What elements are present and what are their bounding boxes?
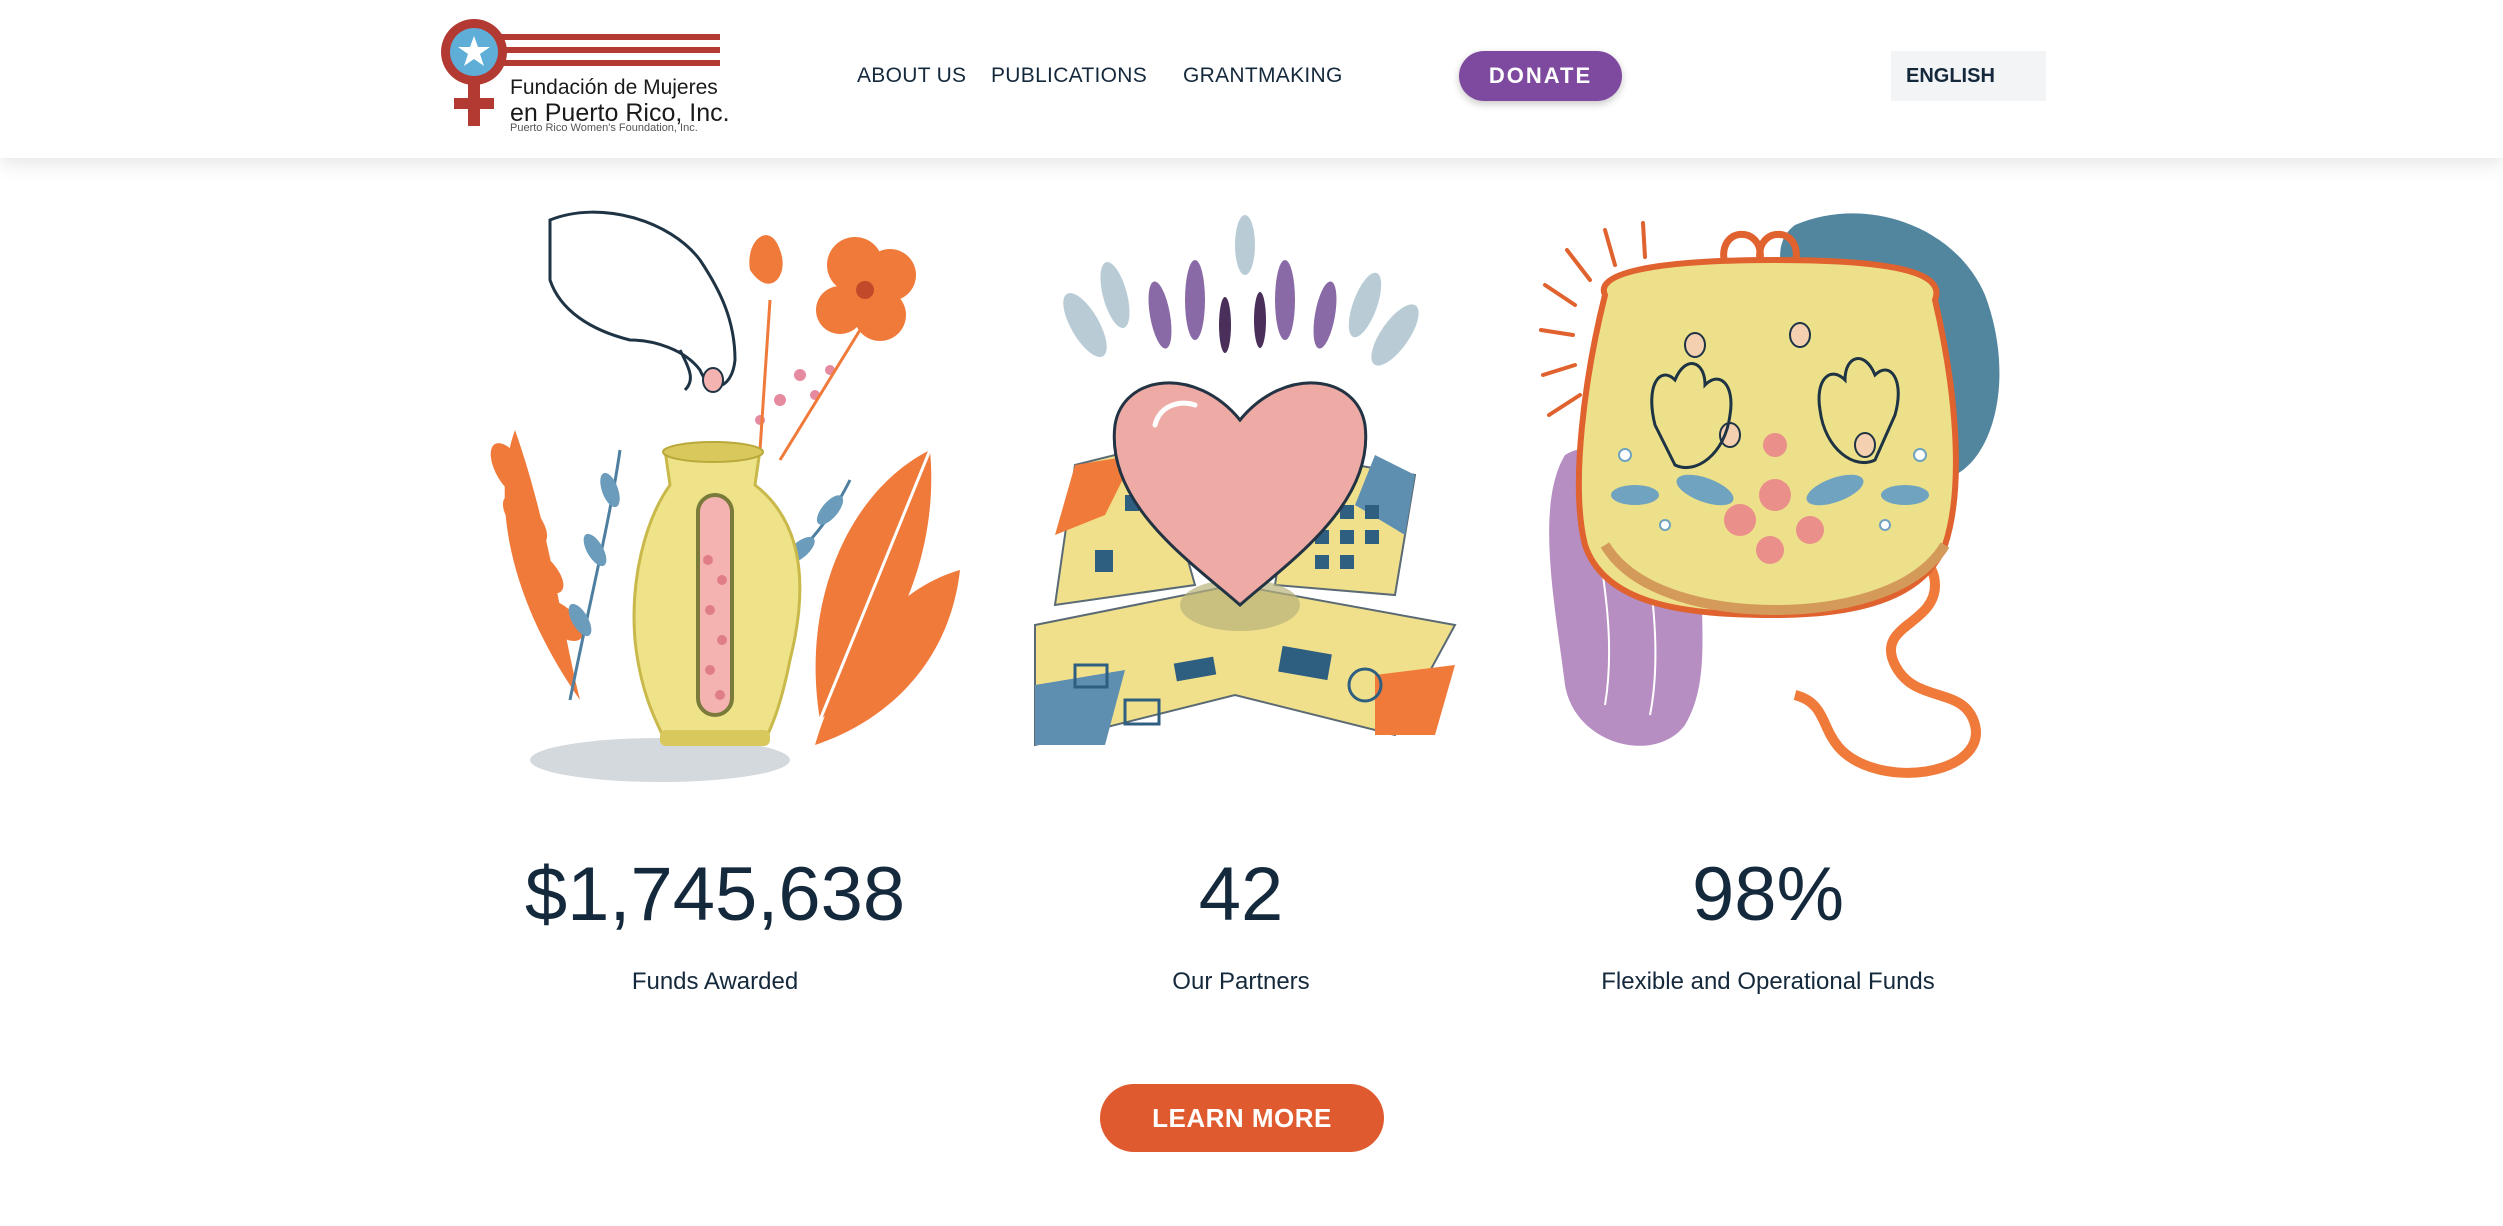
donate-button[interactable]: DONATE <box>1459 51 1622 101</box>
partners-label: Our Partners <box>1172 968 1310 995</box>
coin-purse-illustration <box>1535 205 2005 795</box>
nav-publications[interactable]: PUBLICATIONS <box>991 64 1147 88</box>
funds-awarded-label: Funds Awarded <box>631 968 799 995</box>
flexible-funds-value: 98% <box>1691 852 1845 937</box>
nav-about-us[interactable]: ABOUT US <box>857 64 966 88</box>
logo-text-line1: Fundación de Mujeres <box>510 76 718 99</box>
heart-house-illustration <box>995 205 1485 785</box>
funds-awarded-value: $1,745,638 <box>524 852 906 937</box>
logo-text-line3: Puerto Rico Women's Foundation, Inc. <box>510 122 698 134</box>
site-header: Fundación de Mujeres en Puerto Rico, Inc… <box>0 0 2503 158</box>
language-selector[interactable]: ENGLISH <box>1891 51 2046 101</box>
partners-value: 42 <box>1198 852 1284 937</box>
flexible-funds-label: Flexible and Operational Funds <box>1601 968 1935 995</box>
learn-more-button[interactable]: LEARN MORE <box>1100 1084 1384 1152</box>
nav-grantmaking[interactable]: GRANTMAKING <box>1183 64 1343 88</box>
vase-hand-illustration <box>470 200 960 800</box>
foundation-logo[interactable]: Fundación de Mujeres en Puerto Rico, Inc… <box>436 14 730 140</box>
